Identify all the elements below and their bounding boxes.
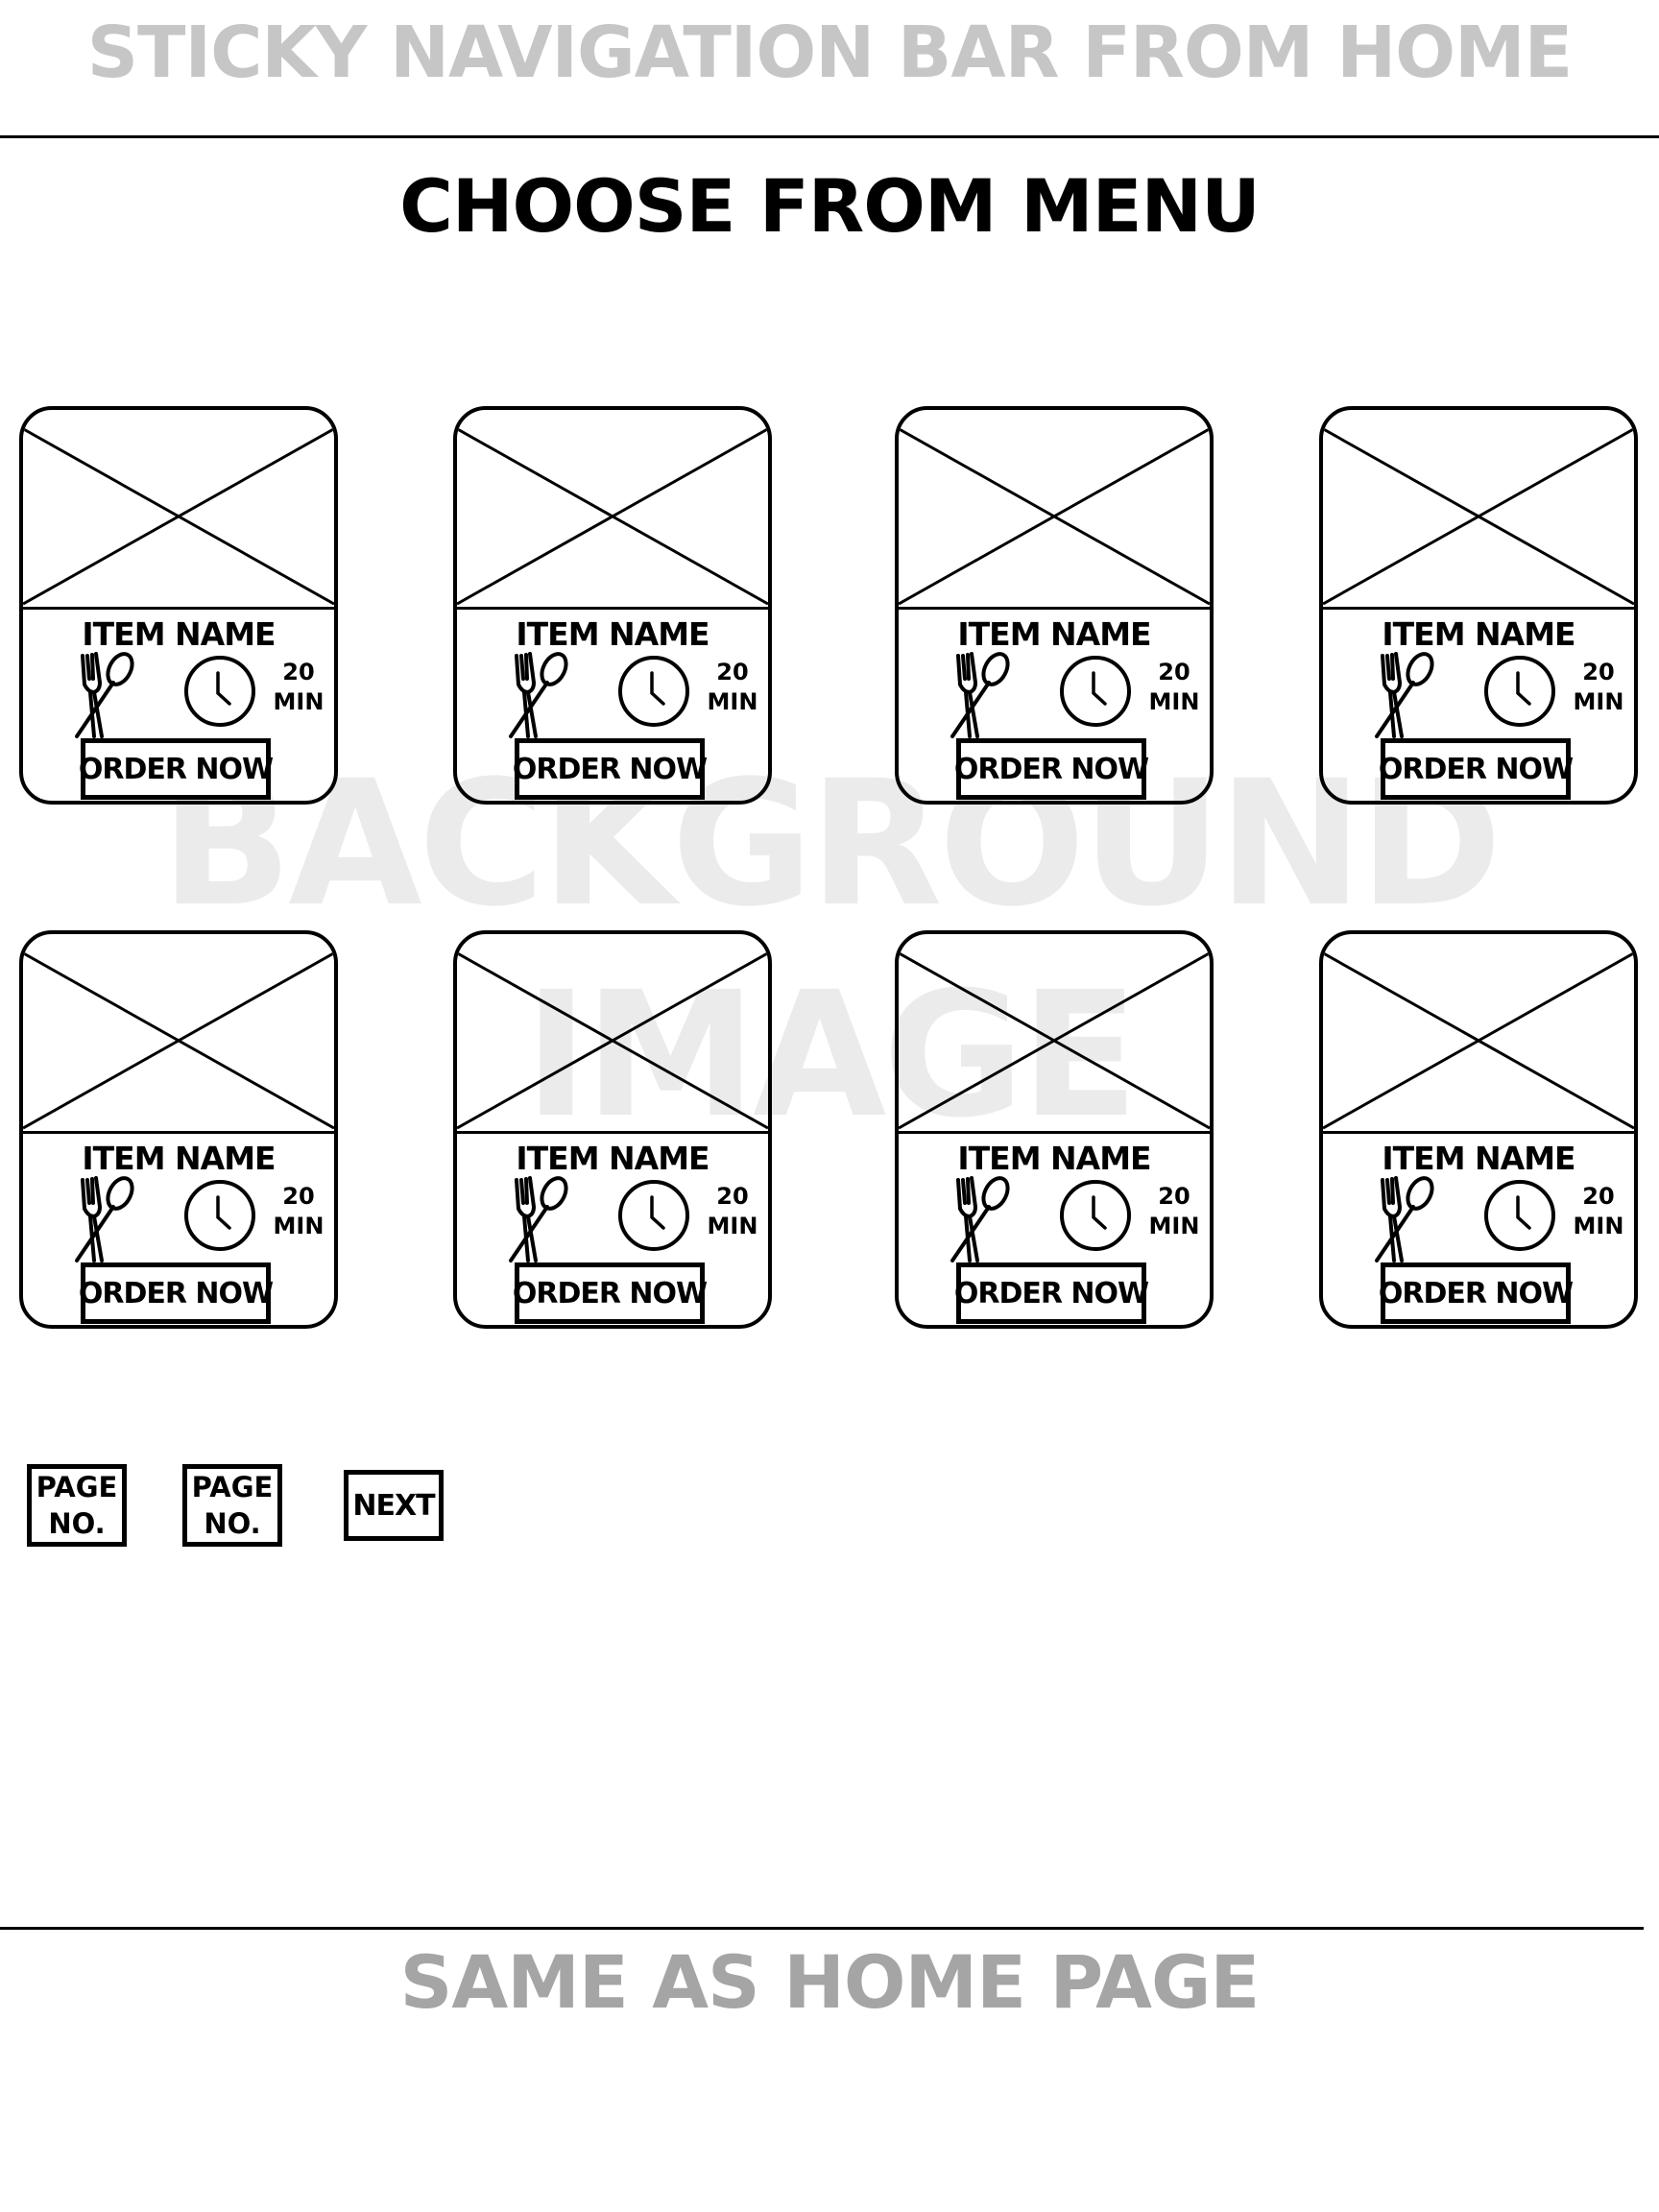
prep-time: 20 MIN — [1565, 658, 1632, 717]
prep-time-unit: MIN — [1573, 1213, 1624, 1239]
food-image-placeholder — [23, 410, 334, 610]
prep-time: 20 MIN — [699, 658, 766, 717]
fork-spoon-icon — [1373, 650, 1436, 738]
menu-item-card[interactable]: ITEM NAME 20 MIN ORDER NOW — [19, 406, 338, 805]
prep-time-value: 20 — [1158, 1183, 1190, 1210]
footer-placeholder: SAME AS HOME PAGE — [0, 1939, 1659, 2025]
order-now-button[interactable]: ORDER NOW — [954, 1262, 1149, 1324]
footer-placeholder-text: SAME AS HOME PAGE — [399, 1939, 1261, 2025]
prep-time: 20 MIN — [699, 1182, 766, 1241]
prep-time-unit: MIN — [1148, 688, 1200, 715]
page-title: CHOOSE FROM MENU — [399, 163, 1261, 249]
food-image-placeholder — [1323, 410, 1634, 610]
prep-time: 20 MIN — [1141, 1182, 1208, 1241]
item-name: ITEM NAME — [516, 615, 709, 653]
item-name: ITEM NAME — [1382, 1140, 1575, 1177]
nav-placeholder-text: STICKY NAVIGATION BAR FROM HOME — [86, 12, 1573, 94]
background-note-line-1: BACKGROUND — [160, 744, 1503, 945]
prep-time-value: 20 — [282, 659, 315, 685]
sticky-navigation-bar-placeholder: STICKY NAVIGATION BAR FROM HOME — [0, 0, 1659, 106]
page-number-button-1[interactable]: PAGE NO. — [27, 1464, 127, 1547]
menu-item-card[interactable]: ITEM NAME 20 MIN ORDER NOW — [453, 930, 772, 1329]
menu-item-card[interactable]: ITEM NAME 20 MIN ORDER NOW — [1319, 930, 1638, 1329]
header-divider — [0, 135, 1659, 138]
food-image-placeholder — [899, 410, 1210, 610]
order-now-button[interactable]: ORDER NOW — [1379, 1262, 1574, 1324]
prep-time-value: 20 — [716, 659, 749, 685]
clock-icon — [616, 654, 691, 729]
item-name: ITEM NAME — [957, 615, 1151, 653]
prep-time: 20 MIN — [265, 1182, 332, 1241]
clock-icon — [1058, 654, 1133, 729]
food-image-placeholder — [23, 934, 334, 1134]
page-number-label: NO. — [48, 1507, 106, 1540]
item-name: ITEM NAME — [82, 615, 276, 653]
fork-spoon-icon — [1373, 1174, 1436, 1262]
menu-item-card[interactable]: ITEM NAME 20 MIN ORDER NOW — [19, 930, 338, 1329]
clock-icon — [182, 1178, 257, 1253]
menu-item-card[interactable]: ITEM NAME 20 MIN ORDER NOW — [453, 406, 772, 805]
fork-spoon-icon — [73, 650, 136, 738]
menu-item-card[interactable]: ITEM NAME 20 MIN ORDER NOW — [1319, 406, 1638, 805]
prep-time: 20 MIN — [265, 658, 332, 717]
prep-time: 20 MIN — [1141, 658, 1208, 717]
clock-icon — [616, 1178, 691, 1253]
clock-icon — [1482, 1178, 1557, 1253]
clock-icon — [1058, 1178, 1133, 1253]
prep-time-unit: MIN — [273, 688, 325, 715]
item-name: ITEM NAME — [516, 1140, 709, 1177]
prep-time-value: 20 — [1158, 659, 1190, 685]
fork-spoon-icon — [507, 650, 570, 738]
food-image-placeholder — [1323, 934, 1634, 1134]
prep-time: 20 MIN — [1565, 1182, 1632, 1241]
fork-spoon-icon — [949, 650, 1012, 738]
prep-time-value: 20 — [1582, 1183, 1615, 1210]
page-number-button-2[interactable]: PAGE NO. — [182, 1464, 282, 1547]
clock-icon — [182, 654, 257, 729]
food-image-placeholder — [899, 934, 1210, 1134]
prep-time-value: 20 — [1582, 659, 1615, 685]
item-name: ITEM NAME — [957, 1140, 1151, 1177]
fork-spoon-icon — [507, 1174, 570, 1262]
next-page-button[interactable]: NEXT — [344, 1470, 444, 1541]
order-now-button[interactable]: ORDER NOW — [79, 738, 274, 800]
prep-time-unit: MIN — [1148, 1213, 1200, 1239]
order-now-button[interactable]: ORDER NOW — [79, 1262, 274, 1324]
order-now-button[interactable]: ORDER NOW — [513, 738, 708, 800]
page-number-label: PAGE — [36, 1471, 118, 1503]
item-name: ITEM NAME — [1382, 615, 1575, 653]
food-image-placeholder — [457, 934, 768, 1134]
prep-time-value: 20 — [716, 1183, 749, 1210]
prep-time-unit: MIN — [1573, 688, 1624, 715]
prep-time-unit: MIN — [707, 1213, 758, 1239]
order-now-button[interactable]: ORDER NOW — [954, 738, 1149, 800]
order-now-button[interactable]: ORDER NOW — [513, 1262, 708, 1324]
page-number-label: PAGE — [191, 1471, 274, 1503]
order-now-button[interactable]: ORDER NOW — [1379, 738, 1574, 800]
menu-item-card[interactable]: ITEM NAME 20 MIN ORDER NOW — [895, 930, 1214, 1329]
clock-icon — [1482, 654, 1557, 729]
menu-item-card[interactable]: ITEM NAME 20 MIN ORDER NOW — [895, 406, 1214, 805]
next-label: NEXT — [352, 1488, 435, 1523]
item-name: ITEM NAME — [82, 1140, 276, 1177]
food-image-placeholder — [457, 410, 768, 610]
prep-time-unit: MIN — [273, 1213, 325, 1239]
fork-spoon-icon — [73, 1174, 136, 1262]
prep-time-unit: MIN — [707, 688, 758, 715]
footer-divider — [0, 1927, 1644, 1930]
page-number-label: NO. — [204, 1507, 261, 1540]
fork-spoon-icon — [949, 1174, 1012, 1262]
prep-time-value: 20 — [282, 1183, 315, 1210]
